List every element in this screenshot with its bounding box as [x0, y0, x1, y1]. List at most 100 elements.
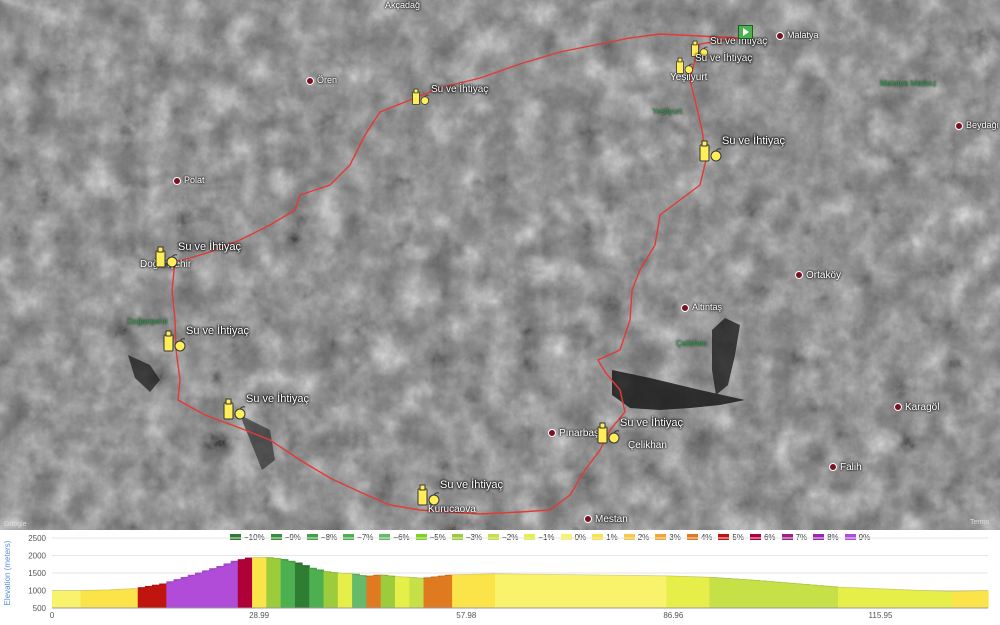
elevation-segment	[66, 590, 75, 608]
place-label[interactable]: Altıntaş	[681, 302, 722, 312]
elevation-segment	[344, 573, 353, 608]
poi-marker[interactable]: Su ve İhtiyaç	[596, 417, 683, 445]
elevation-segment	[837, 587, 846, 608]
elevation-segment	[73, 590, 82, 608]
elevation-segment	[409, 577, 417, 608]
water-supply-icon	[596, 419, 622, 445]
elevation-segment	[687, 576, 696, 608]
elevation-segment	[773, 581, 782, 608]
y-tick-label: 500	[33, 604, 47, 613]
elevation-segment	[645, 575, 653, 608]
poi-marker[interactable]: Su ve İhtiyaç	[675, 53, 753, 77]
elevation-segment	[623, 575, 632, 608]
place-label[interactable]: Ortaköy	[795, 270, 841, 281]
elevation-segment	[502, 573, 510, 608]
place-label[interactable]: Ören	[306, 75, 337, 85]
elevation-segment	[659, 575, 668, 608]
place-label[interactable]: Akçadağ	[385, 0, 420, 10]
elevation-segment	[159, 583, 167, 608]
place-marker-icon	[955, 121, 963, 130]
poi-marker[interactable]: Su ve İhtiyaç	[162, 325, 249, 353]
elevation-segment	[809, 584, 818, 608]
elevation-segment	[173, 579, 182, 608]
elevation-segment	[766, 581, 775, 608]
elevation-segment	[723, 578, 732, 608]
elevation-segment	[230, 560, 239, 608]
elevation-segment	[330, 572, 339, 608]
poi-marker[interactable]: Su ve İhtiyaç	[222, 393, 309, 421]
elevation-segment	[680, 576, 689, 608]
place-label[interactable]: Malatya Merkez	[880, 79, 936, 88]
elevation-segment	[530, 574, 539, 608]
elevation-segment	[559, 574, 568, 608]
place-name: Karagöl	[905, 402, 940, 413]
elevation-segment	[144, 585, 153, 608]
place-marker-icon	[776, 31, 784, 40]
x-tick-label: 86.96	[663, 611, 684, 620]
y-tick-label: 1500	[28, 569, 46, 578]
place-name: Falih	[840, 462, 862, 473]
elevation-segment	[573, 574, 582, 608]
elevation-segment	[373, 574, 382, 608]
elevation-segment	[716, 577, 725, 608]
place-marker-icon	[681, 303, 689, 312]
elevation-segment	[523, 574, 532, 608]
elevation-segment	[973, 590, 982, 608]
start-flag-icon[interactable]	[738, 25, 753, 39]
elevation-segment	[287, 560, 296, 608]
elevation-segment	[223, 563, 232, 608]
x-tick-label: 115.95	[869, 611, 893, 620]
elevation-segment	[666, 575, 675, 608]
place-label[interactable]: Doğanşehir	[127, 317, 168, 326]
map-view[interactable]: Akçadağ Malatya Ören Malatya Merkez Yeşilyur…	[0, 0, 1000, 530]
elevation-segment	[387, 575, 396, 608]
elevation-segment	[416, 577, 425, 608]
elevation-segment	[909, 589, 918, 608]
elevation-segment	[916, 590, 925, 608]
poi-label: Su ve İhtiyaç	[431, 84, 489, 95]
elevation-segment	[923, 590, 932, 608]
elevation-segment	[366, 575, 375, 608]
poi-marker[interactable]: Su ve İhtiyaç	[698, 135, 785, 163]
poi-label: Su ve İhtiyaç	[695, 53, 753, 64]
elevation-segment	[473, 574, 482, 608]
elevation-segment	[352, 573, 360, 608]
poi-marker[interactable]: Su ve İhtiyaç	[416, 479, 503, 507]
elevation-segment	[423, 577, 432, 608]
elevation-segment	[880, 588, 889, 608]
elevation-segment	[466, 574, 475, 608]
water-supply-icon	[154, 243, 180, 269]
elevation-segment	[587, 574, 596, 608]
place-label[interactable]: Pınarbaşı	[548, 428, 602, 439]
elevation-segment	[873, 588, 882, 608]
elevation-segment	[637, 575, 646, 608]
elevation-segment	[494, 573, 503, 608]
place-label[interactable]: Yeşilyurt	[652, 107, 682, 116]
place-label[interactable]: Karagöl	[894, 402, 939, 413]
elevation-segment	[337, 573, 346, 608]
place-label[interactable]: Malatya	[776, 30, 819, 40]
map-terms-link[interactable]: Terms	[970, 519, 989, 526]
elevation-segment	[652, 575, 660, 608]
poi-marker[interactable]: Su ve İhtiyaç	[154, 241, 241, 269]
elevation-segment	[552, 574, 560, 608]
elevation-segment	[816, 585, 825, 608]
elevation-segment	[459, 574, 468, 608]
x-tick-label: 28.99	[249, 611, 270, 620]
elevation-segment	[630, 575, 639, 608]
elevation-segment	[866, 588, 875, 608]
place-name: Çelikhan	[676, 339, 708, 348]
place-label[interactable]: Polat	[173, 175, 205, 185]
elevation-segment	[745, 579, 753, 608]
elevation-segment	[545, 574, 553, 608]
elevation-chart[interactable]: 2500 2000 1500 1000 500 Elevation (meters) 0 28…	[0, 530, 1000, 625]
place-label[interactable]: Mestan	[584, 514, 628, 525]
place-label[interactable]: Çelikhan	[676, 339, 707, 348]
poi-label: Su ve İhtiyaç	[186, 325, 249, 337]
elevation-segment	[452, 574, 460, 608]
place-label[interactable]: Beydağı	[955, 120, 999, 130]
poi-marker[interactable]: Su ve İhtiyaç	[411, 84, 489, 108]
place-label[interactable]: Falih	[829, 462, 862, 473]
elevation-segment	[787, 582, 796, 608]
elevation-segment	[952, 591, 961, 608]
